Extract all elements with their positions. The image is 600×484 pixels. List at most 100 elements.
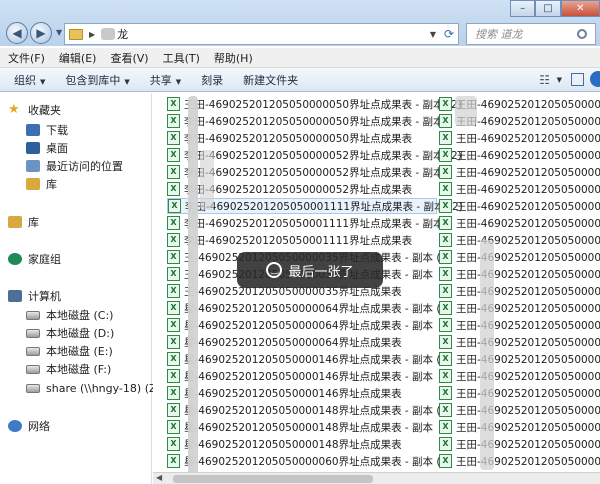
- nav-computer[interactable]: 计算机: [8, 287, 160, 305]
- excel-file-icon: X: [167, 301, 180, 315]
- file-item[interactable]: X 王田-4690252012050500000133界: [439, 181, 600, 197]
- minimize-button[interactable]: –: [510, 0, 536, 17]
- address-bar[interactable]: ▶ 龙 ▼ ⟳: [64, 23, 459, 45]
- menu-view[interactable]: 查看(V): [110, 50, 148, 66]
- file-name: 星-469025201205050000148界址点成果表: [184, 438, 402, 451]
- address-dropdown-icon[interactable]: ▼: [430, 30, 436, 39]
- file-item[interactable]: X 王田-4690252012050500000133界: [439, 198, 600, 214]
- excel-file-icon: X: [167, 352, 180, 366]
- file-item[interactable]: X 李田-469025201205050000050界址点成果表 - 副本: [167, 113, 444, 129]
- file-item[interactable]: X 王田-4690252012050500000142界: [439, 453, 600, 469]
- breadcrumb-chevron-icon[interactable]: ▶: [89, 30, 95, 39]
- redaction-blur: [455, 96, 477, 126]
- nav-favorites[interactable]: ★ 收藏夹: [8, 101, 160, 119]
- nav-network[interactable]: 网络: [8, 417, 160, 435]
- toast-notification: ‿ 最后一张了: [237, 252, 383, 288]
- file-item[interactable]: X 王田-4690252012050500000102界: [439, 334, 600, 350]
- file-item[interactable]: X 王田-4690252012050500000137界: [439, 232, 600, 248]
- maximize-button[interactable]: □: [535, 0, 561, 17]
- menu-file[interactable]: 文件(F): [8, 50, 45, 66]
- nav-libraries[interactable]: 库: [8, 213, 160, 231]
- nav-homegroup[interactable]: 家庭组: [8, 250, 160, 268]
- file-name: 星-469025201205050000148界址点成果表 - 副本: [184, 421, 434, 434]
- file-item[interactable]: X 王田-4690252012050500000137界: [439, 266, 600, 282]
- file-item[interactable]: X 王田-4690252012050500000122界: [439, 130, 600, 146]
- scrollbar-thumb[interactable]: [173, 475, 373, 483]
- file-item[interactable]: X 王田-4690252012050500000114界: [439, 419, 600, 435]
- burn-button[interactable]: 刻录: [201, 72, 223, 88]
- file-item[interactable]: X 星-469025201205050000148界址点成果表: [167, 436, 437, 452]
- file-item[interactable]: X 星-469025201205050000148界址点成果表 - 副本 (2): [167, 402, 451, 418]
- file-item[interactable]: X 王田-469025201205050000050界址点成果表 - 副本 (2): [167, 96, 462, 112]
- file-item[interactable]: X 王田-4690252012050500000098界: [439, 283, 600, 299]
- excel-file-icon: X: [439, 182, 452, 196]
- close-button[interactable]: ✕: [560, 0, 600, 17]
- include-in-library-button[interactable]: 包含到库中 ▼: [65, 72, 129, 88]
- file-item[interactable]: X 星-469025201205050000146界址点成果表 - 副本: [167, 368, 437, 384]
- redaction-blur: [480, 240, 494, 470]
- file-item[interactable]: X 王田-4690252012050500000098界: [439, 317, 600, 333]
- file-name: 王田-4690252012050500000102界: [456, 370, 600, 383]
- view-options-icon[interactable]: ☷: [539, 73, 550, 87]
- downloads-folder-icon: [26, 124, 40, 136]
- file-item[interactable]: X 星-469025201205050000064界址点成果表 - 副本: [167, 317, 437, 333]
- search-box[interactable]: 搜索 道龙: [466, 23, 596, 45]
- back-arrow-icon[interactable]: ◀: [6, 22, 28, 44]
- file-name: 星-469025201205050000064界址点成果表 - 副本: [184, 319, 434, 332]
- view-dropdown-icon[interactable]: ▼: [557, 76, 562, 84]
- homegroup-icon: [8, 253, 22, 265]
- search-icon[interactable]: [577, 29, 587, 39]
- file-name: 王田-4690252012050500000137界: [456, 234, 600, 247]
- menu-edit[interactable]: 编辑(E): [59, 50, 97, 66]
- breadcrumb-folder[interactable]: 龙: [117, 26, 128, 42]
- scroll-left-icon[interactable]: ◀: [156, 473, 162, 482]
- file-item[interactable]: X 星-469025201205050000146界址点成果表: [167, 385, 437, 401]
- file-item[interactable]: X 王田-4690252012050500000102界: [439, 351, 600, 367]
- file-item[interactable]: X 王田-4690252012050500000133界: [439, 215, 600, 231]
- file-name: 李田-469025201205050000050界址点成果表 - 副本: [184, 115, 444, 128]
- redaction-blur: [188, 96, 198, 476]
- recent-pages-chevron-icon[interactable]: ▼: [56, 28, 62, 37]
- file-name: 王田-4690252012050500000098界: [456, 319, 600, 332]
- file-item[interactable]: X 王田-4690252012050500000102界: [439, 368, 600, 384]
- file-name: 星-469025201205050000146界址点成果表: [184, 387, 402, 400]
- file-name: 王田-4690252012050500000133界: [456, 200, 600, 213]
- file-item[interactable]: X 李田-469025201205050001111界址点成果表 - 副本: [167, 215, 444, 231]
- file-item[interactable]: X 王田-4690252012050500000122界: [439, 164, 600, 180]
- file-item[interactable]: X 李田-469025201205050000050界址点成果表: [167, 130, 437, 146]
- file-item[interactable]: X 王田-4690252012050500000114界: [439, 385, 600, 401]
- file-item[interactable]: X 星-469025201205050000064界址点成果表: [167, 334, 437, 350]
- file-item[interactable]: X 星-469025201205050000060界址点成果表 - 副本 (2): [167, 453, 451, 469]
- file-item[interactable]: X 王田-4690252012050500000098界: [439, 300, 600, 316]
- excel-file-icon: X: [439, 437, 452, 451]
- excel-file-icon: X: [167, 454, 180, 468]
- menu-tools[interactable]: 工具(T): [163, 50, 200, 66]
- help-icon[interactable]: [590, 71, 600, 87]
- new-folder-button[interactable]: 新建文件夹: [243, 72, 298, 88]
- chevron-down-icon: ▼: [175, 77, 182, 86]
- file-item[interactable]: X 星-469025201205050000064界址点成果表 - 副本 (2): [167, 300, 451, 316]
- forward-arrow-icon[interactable]: ▶: [30, 22, 52, 44]
- organize-button[interactable]: 组织 ▼: [14, 72, 45, 88]
- file-item[interactable]: X 王田-4690252012050500000137界: [439, 249, 600, 265]
- file-item[interactable]: X 星-469025201205050000148界址点成果表 - 副本: [167, 419, 437, 435]
- file-name: 星-469025201205050000060界址点成果表 - 副本 (2): [184, 455, 452, 468]
- file-item[interactable]: X 王田-4690252012050500000122界: [439, 147, 600, 163]
- excel-file-icon: X: [439, 131, 452, 145]
- file-item[interactable]: X 李田-469025201205050001111界址点成果表: [167, 232, 437, 248]
- file-item[interactable]: X 星-469025201205050000146界址点成果表 - 副本 (2): [167, 351, 451, 367]
- share-button[interactable]: 共享 ▼: [150, 72, 181, 88]
- horizontal-scrollbar[interactable]: ◀: [153, 472, 600, 484]
- file-item[interactable]: X 王田-4690252012050500000114界: [439, 402, 600, 418]
- menu-help[interactable]: 帮助(H): [214, 50, 253, 66]
- excel-file-icon: X: [167, 369, 180, 383]
- excel-file-icon: X: [439, 454, 452, 468]
- file-name: 王田-4690252012050500000122界: [456, 166, 600, 179]
- file-name: 李田-469025201205050000052界址点成果表 - 副本: [184, 166, 444, 179]
- preview-pane-icon[interactable]: [571, 73, 584, 86]
- nav-homegroup-label: 家庭组: [28, 253, 61, 266]
- nav-recent-label: 最近访问的位置: [46, 160, 123, 173]
- file-name: 王田-4690252012050500000133界: [456, 217, 600, 230]
- refresh-icon[interactable]: ⟳: [444, 27, 454, 41]
- file-item[interactable]: X 王田-4690252012050500000142界: [439, 436, 600, 452]
